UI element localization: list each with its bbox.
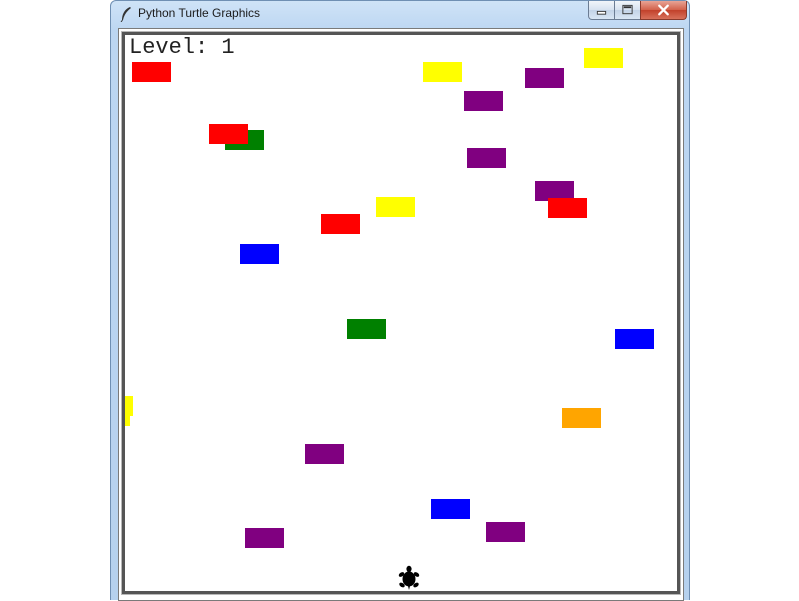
car-purple (245, 528, 284, 548)
minimize-button[interactable] (588, 1, 615, 20)
car-purple (464, 91, 503, 111)
close-button[interactable] (640, 1, 687, 20)
turtle-icon (398, 565, 420, 590)
car-orange (562, 408, 601, 428)
window-client-area: Level: 1 (118, 28, 684, 601)
car-red (548, 198, 587, 218)
turtle-canvas[interactable]: Level: 1 (121, 31, 681, 595)
level-label: Level: 1 (129, 35, 235, 60)
feather-quill-icon (120, 7, 131, 22)
car-blue (240, 244, 279, 264)
car-red (132, 62, 171, 82)
close-icon (658, 4, 669, 16)
car-yellow (584, 48, 623, 68)
car-red (321, 214, 360, 234)
car-yellow (125, 406, 130, 426)
car-purple (525, 68, 564, 88)
maximize-icon (622, 4, 633, 15)
window-title: Python Turtle Graphics (138, 6, 261, 20)
car-yellow (423, 62, 462, 82)
car-blue (615, 329, 654, 349)
title-bar[interactable]: Python Turtle Graphics (111, 1, 689, 27)
car-green (347, 319, 386, 339)
car-red (209, 124, 248, 144)
maximize-button[interactable] (614, 1, 641, 20)
car-blue (431, 499, 470, 519)
car-yellow (376, 197, 415, 217)
minimize-icon (596, 10, 607, 15)
turtle-window: Python Turtle Graphics Level: 1 (110, 0, 690, 601)
car-purple (305, 444, 344, 464)
car-purple (486, 522, 525, 542)
car-purple (467, 148, 506, 168)
